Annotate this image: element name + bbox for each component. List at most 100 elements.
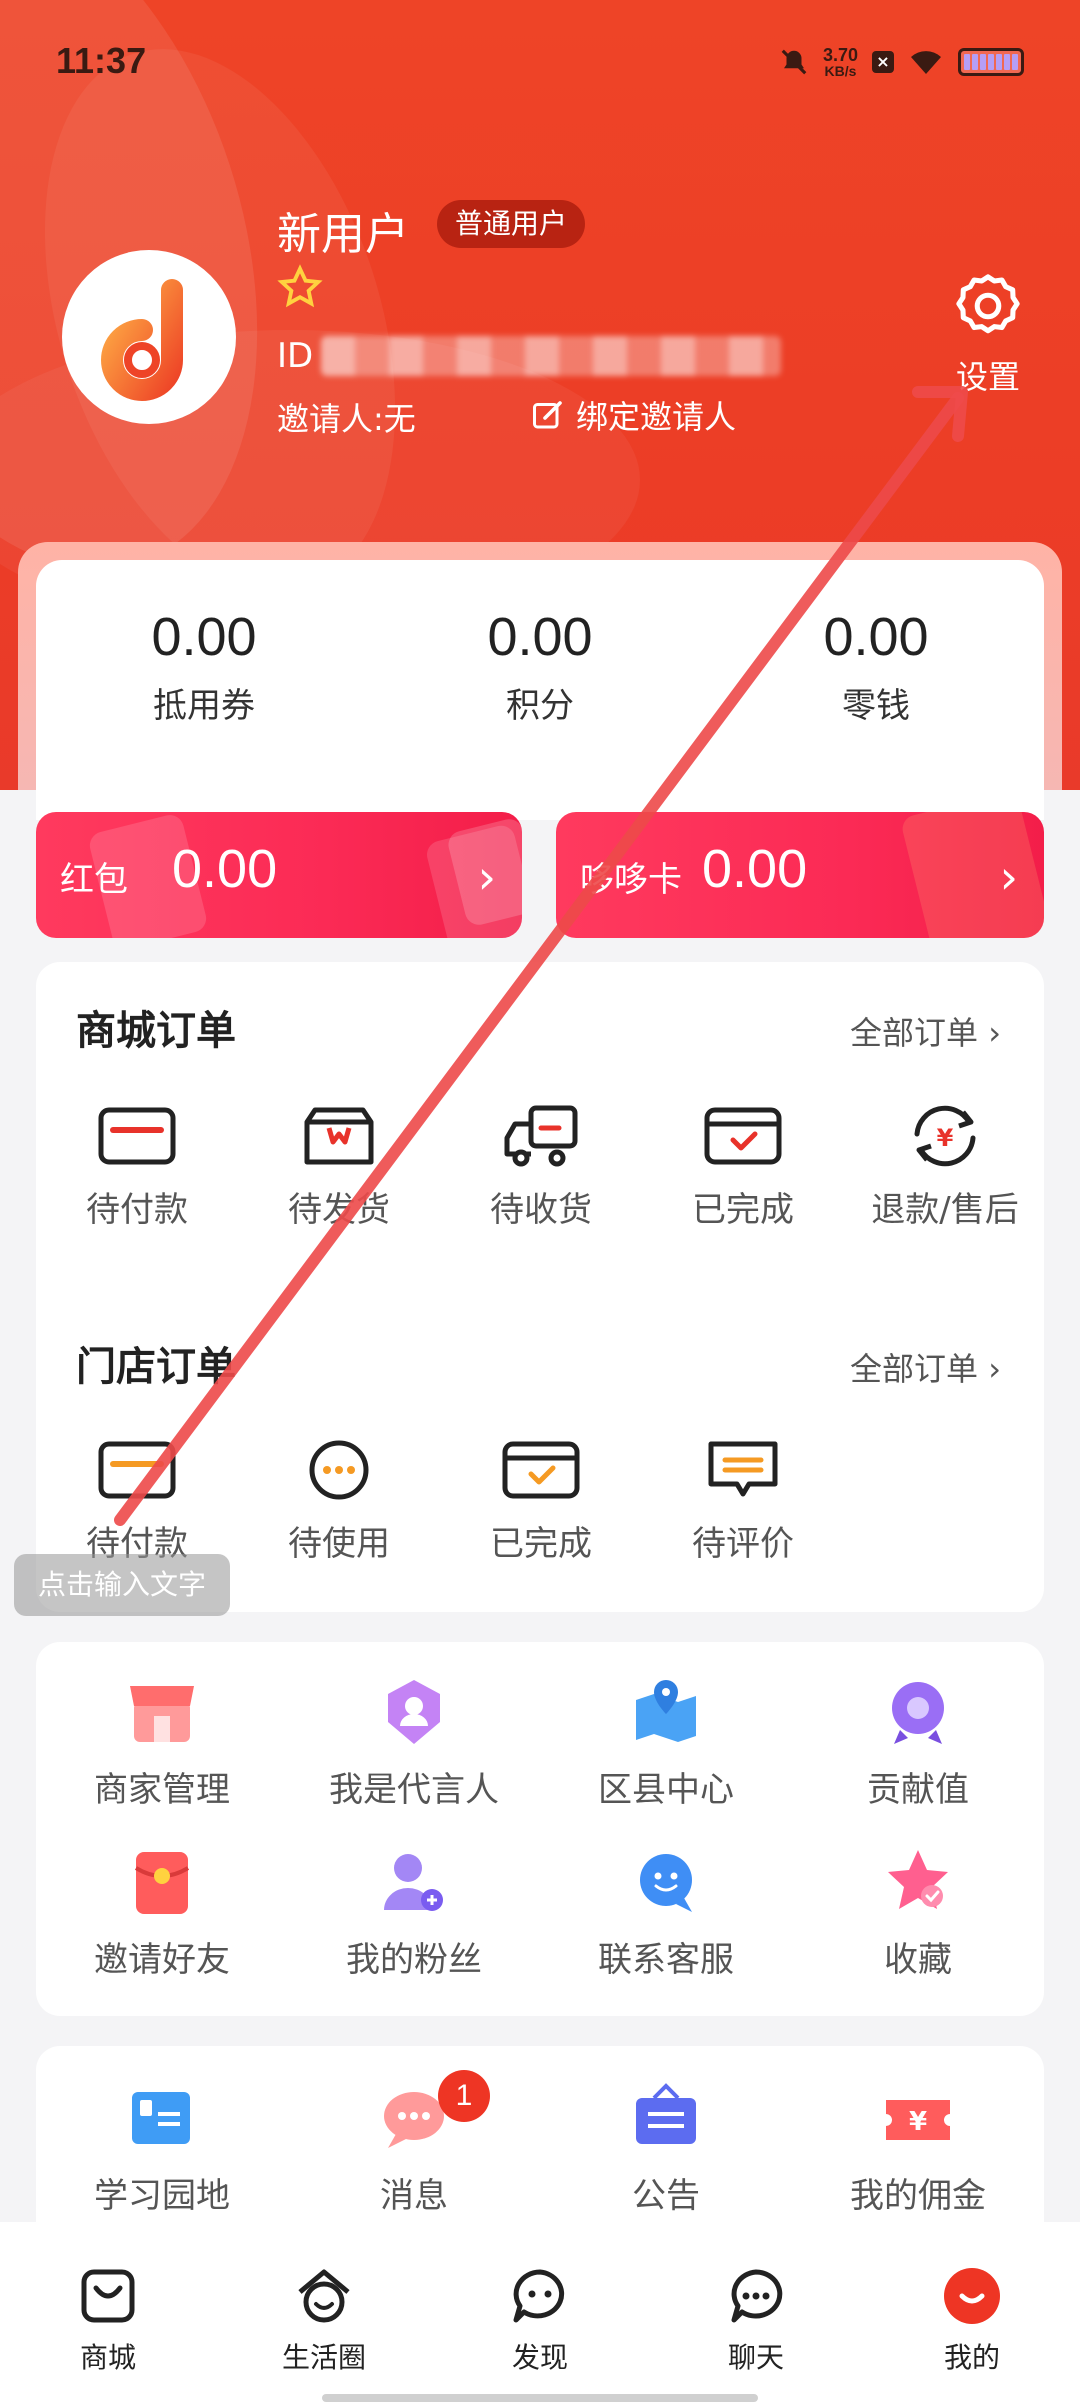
- nav-mall[interactable]: 商城: [0, 2222, 216, 2408]
- stat-value: 0.00: [151, 607, 257, 667]
- nav-life-circle[interactable]: 生活圈: [216, 2222, 432, 2408]
- settings-button[interactable]: 设置: [950, 268, 1026, 398]
- star-icon: [888, 1850, 948, 1909]
- stat-change[interactable]: 0.00 零钱: [708, 560, 1044, 820]
- store-orders-title: 门店订单: [76, 1344, 236, 1390]
- completed-icon: [704, 1107, 782, 1165]
- mall-order-refund[interactable]: ¥ 退款/售后: [844, 1104, 1046, 1231]
- store-order-pending-review[interactable]: 待评价: [642, 1438, 844, 1565]
- life-circle-icon: [298, 2269, 350, 2323]
- stat-value: 0.00: [823, 607, 929, 667]
- network-speed: 3.70 KB/s: [822, 45, 858, 79]
- announcement[interactable]: 公告: [540, 2078, 792, 2217]
- svg-text:¥: ¥: [909, 2107, 927, 2137]
- services-row-2: 邀请好友 我的粉丝 联系客服 收藏: [36, 1842, 1044, 1981]
- mall-orders-title: 商城订单: [76, 1008, 236, 1054]
- mall-orders-grid: 待付款 待发货 待收货 已完成 ¥ 退款/售后: [36, 1104, 1046, 1231]
- contribution-icon: [892, 1682, 944, 1744]
- mute-bell-icon: [781, 49, 807, 75]
- bind-inviter-button[interactable]: 绑定邀请人: [530, 392, 736, 438]
- favorites[interactable]: 收藏: [792, 1842, 1044, 1981]
- chevron-right-icon: ›: [477, 850, 496, 904]
- mall-orders-all-link[interactable]: 全部订单 ›: [850, 1008, 1001, 1054]
- mall-order-completed[interactable]: 已完成: [642, 1104, 844, 1231]
- stat-points[interactable]: 0.00 积分: [372, 560, 708, 820]
- truck-icon: [504, 1105, 578, 1167]
- contact-customer-service[interactable]: 联系客服: [540, 1842, 792, 1981]
- chat-icon: [731, 2269, 783, 2323]
- card-icon: [98, 1107, 176, 1165]
- duoduo-card-label: 哆哆卡: [580, 860, 682, 900]
- store-order-completed[interactable]: 已完成: [440, 1438, 642, 1565]
- mall-order-pending-shipment[interactable]: 待发货: [238, 1104, 440, 1231]
- profile-icon: [944, 2268, 1000, 2324]
- red-envelope-icon: [134, 1852, 190, 1914]
- refund-icon: ¥: [914, 1105, 976, 1167]
- commission-icon: ¥: [886, 2100, 950, 2140]
- customer-service-icon: [640, 1854, 692, 1912]
- stat-label: 抵用券: [153, 686, 255, 726]
- notice-icon: [636, 2083, 696, 2144]
- red-packet-value: 0.00: [172, 839, 278, 899]
- home-indicator: [322, 2394, 758, 2402]
- nav-chat[interactable]: 聊天: [648, 2222, 864, 2408]
- bottom-nav: 商城 生活圈 发现 聊天 我的: [0, 2222, 1080, 2408]
- messages[interactable]: 1 消息: [288, 2070, 540, 2217]
- duoduo-card[interactable]: 哆哆卡 0.00 ›: [556, 812, 1044, 938]
- chevron-right-icon: ›: [999, 850, 1018, 904]
- my-commission[interactable]: ¥ 我的佣金: [792, 2078, 1044, 2217]
- stats-card: 0.00 抵用券 0.00 积分 0.00 零钱: [36, 560, 1044, 820]
- user-name: 新用户: [277, 209, 409, 260]
- store-order-pending-use[interactable]: 待使用: [238, 1438, 440, 1565]
- completed-icon: [502, 1441, 580, 1499]
- user-id-row: ID: [277, 336, 782, 376]
- user-id-label: ID: [277, 336, 314, 376]
- edit-icon: [533, 401, 562, 429]
- status-icons: 3.70 KB/s ×: [779, 46, 1024, 78]
- nav-discover[interactable]: 发现: [432, 2222, 648, 2408]
- spokesperson[interactable]: 我是代言人: [288, 1672, 540, 1811]
- text-input-hint[interactable]: 点击输入文字: [14, 1554, 230, 1616]
- fans-icon: [384, 1854, 443, 1911]
- stat-label: 零钱: [842, 686, 910, 726]
- red-packet-label: 红包: [60, 860, 128, 900]
- book-icon: [132, 2092, 190, 2144]
- user-id-masked: [321, 336, 782, 376]
- avatar[interactable]: [62, 250, 236, 424]
- battery-icon: [958, 48, 1024, 76]
- status-time: 11:37: [56, 40, 147, 81]
- merchant-management[interactable]: 商家管理: [36, 1672, 288, 1811]
- services-row-1: 商家管理 我是代言人 区县中心 贡献值: [36, 1672, 1044, 1811]
- spokesperson-icon: [388, 1680, 440, 1744]
- red-packet-card[interactable]: 红包 0.00 ›: [36, 812, 522, 938]
- star-outline-icon: [277, 264, 323, 308]
- my-fans[interactable]: 我的粉丝: [288, 1842, 540, 1981]
- store-orders-all-link[interactable]: 全部订单 ›: [850, 1344, 1001, 1390]
- bind-inviter-label: 绑定邀请人: [576, 398, 737, 436]
- nav-mine[interactable]: 我的: [864, 2222, 1080, 2408]
- inviter-text: 邀请人:无: [277, 400, 416, 438]
- app-logo-icon: [101, 279, 183, 401]
- mall-order-pending-payment[interactable]: 待付款: [36, 1104, 238, 1231]
- stat-coupon[interactable]: 0.00 抵用券: [36, 560, 372, 820]
- user-level-badge: 普通用户: [437, 200, 586, 248]
- mall-order-pending-receipt[interactable]: 待收货: [440, 1104, 642, 1231]
- shop-icon: [130, 1686, 194, 1742]
- svg-text:¥: ¥: [937, 1124, 954, 1152]
- card-icon: [98, 1441, 176, 1499]
- dots-circle-icon: [309, 1440, 369, 1500]
- settings-label: 设置: [955, 358, 1020, 396]
- map-pin-icon: [636, 1680, 696, 1742]
- discover-icon: [513, 2269, 565, 2323]
- status-bar: 11:37 3.70 KB/s ×: [0, 0, 1080, 120]
- county-center[interactable]: 区县中心: [540, 1672, 792, 1811]
- notification-x-icon: ×: [872, 51, 894, 73]
- invite-friends[interactable]: 邀请好友: [36, 1842, 288, 1981]
- store-order-pending-payment[interactable]: 待付款: [36, 1438, 238, 1565]
- box-icon: [304, 1107, 374, 1165]
- duoduo-card-value: 0.00: [702, 839, 808, 899]
- gear-icon: [956, 274, 1020, 334]
- stat-label: 积分: [506, 686, 574, 726]
- contribution-value[interactable]: 贡献值: [792, 1672, 1044, 1811]
- learning-garden[interactable]: 学习园地: [36, 2078, 288, 2217]
